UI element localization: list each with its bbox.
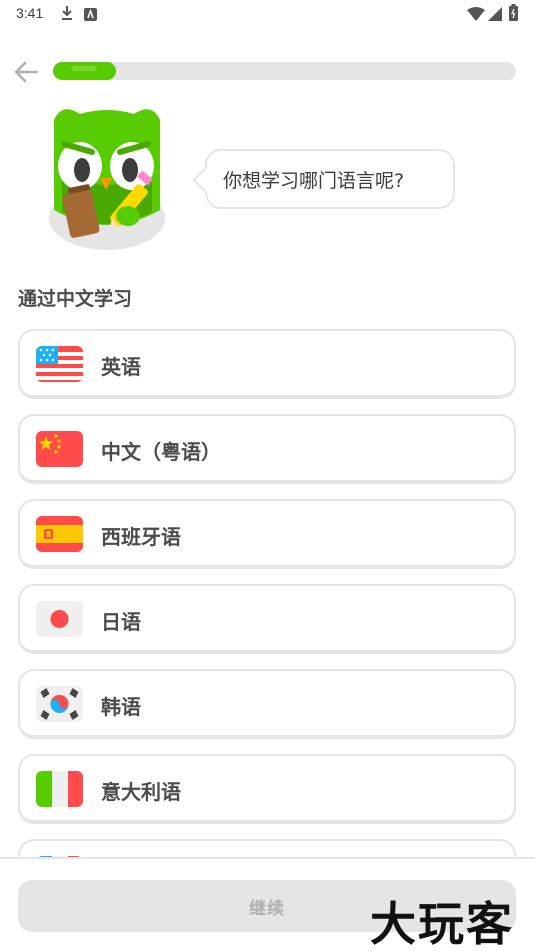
language-label: 中文（粤语） bbox=[101, 440, 221, 464]
language-item-english[interactable]: 英语 bbox=[18, 329, 516, 399]
progress-fill bbox=[53, 62, 116, 80]
language-item-cantonese[interactable]: 中文（粤语） bbox=[18, 414, 516, 484]
italy-flag-icon bbox=[36, 771, 83, 807]
language-item-partial[interactable] bbox=[18, 839, 516, 857]
japan-flag-icon bbox=[36, 601, 83, 637]
watermark-logo: 大玩客 bbox=[370, 897, 514, 951]
language-label: 英语 bbox=[101, 355, 141, 379]
speech-text: 你想学习哪门语言呢? bbox=[223, 169, 405, 192]
china-flag-icon bbox=[36, 431, 83, 467]
app-notification-icon bbox=[84, 6, 97, 25]
speech-bubble: 你想学习哪门语言呢? bbox=[192, 149, 455, 209]
language-label: 日语 bbox=[101, 610, 141, 634]
back-arrow-icon bbox=[14, 61, 39, 83]
us-flag-icon bbox=[36, 346, 83, 382]
language-item-italian[interactable]: 意大利语 bbox=[18, 754, 516, 824]
download-icon bbox=[60, 4, 74, 26]
language-list[interactable]: 英语 中文（粤语） 西班牙语 日语 韩语 意大利语 bbox=[0, 329, 535, 857]
progress-bar bbox=[53, 62, 516, 80]
language-label: 西班牙语 bbox=[101, 525, 181, 549]
spain-flag-icon bbox=[36, 516, 83, 552]
language-item-korean[interactable]: 韩语 bbox=[18, 669, 516, 739]
status-bar: 3:41 bbox=[0, 0, 535, 28]
language-label: 韩语 bbox=[101, 695, 141, 719]
language-item-spanish[interactable]: 西班牙语 bbox=[18, 499, 516, 569]
korea-flag-icon bbox=[36, 686, 83, 722]
progress-shine bbox=[71, 66, 97, 71]
language-label: 意大利语 bbox=[101, 780, 181, 804]
wifi-icon bbox=[467, 6, 485, 25]
owl-mascot-icon bbox=[42, 100, 172, 260]
language-item-japanese[interactable]: 日语 bbox=[18, 584, 516, 654]
battery-icon bbox=[509, 4, 518, 25]
signal-icon bbox=[488, 6, 502, 25]
back-button[interactable] bbox=[10, 56, 42, 88]
top-bar bbox=[0, 54, 535, 90]
speech-bubble-tail bbox=[192, 167, 218, 193]
section-title: 通过中文学习 bbox=[18, 288, 133, 310]
status-time: 3:41 bbox=[16, 5, 44, 21]
